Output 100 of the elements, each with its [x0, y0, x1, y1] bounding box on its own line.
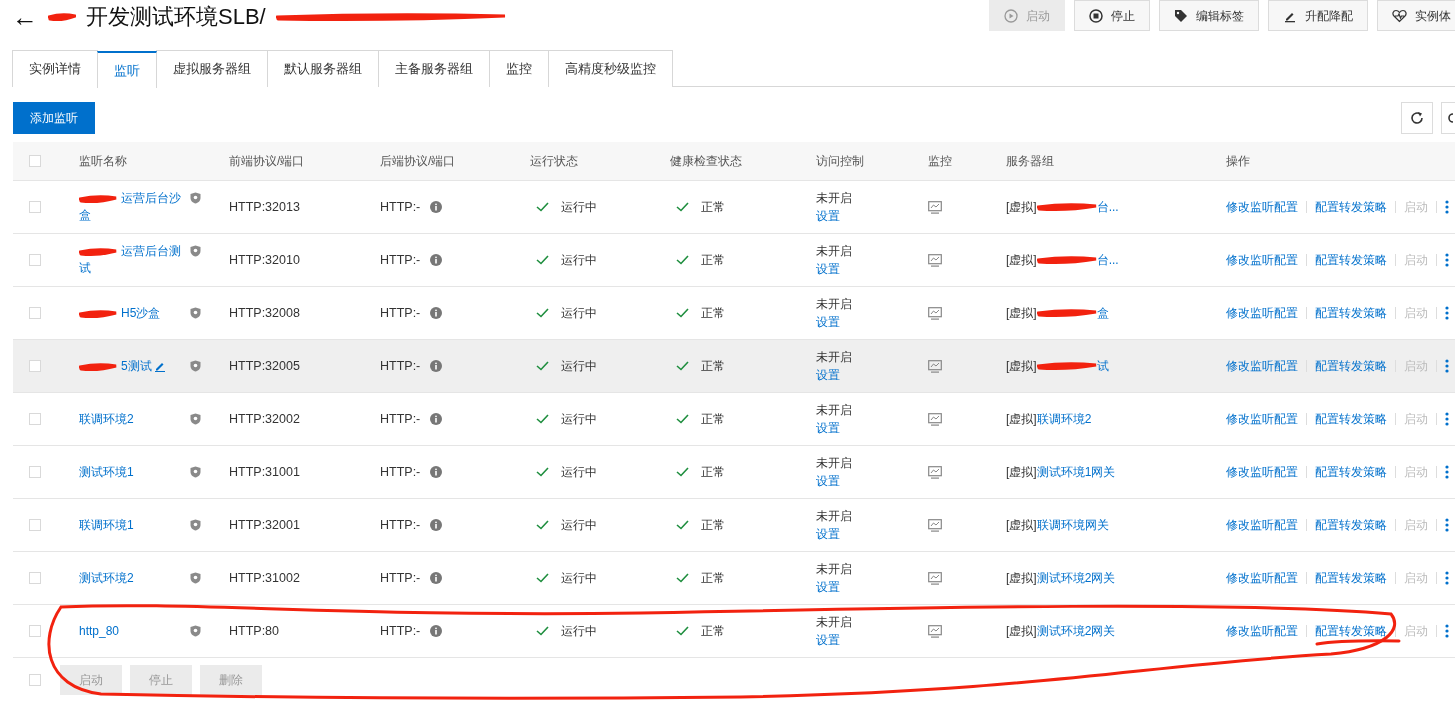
- monitor-icon[interactable]: [928, 624, 942, 638]
- info-icon[interactable]: [430, 572, 443, 584]
- tab[interactable]: 虚拟服务器组: [156, 50, 268, 87]
- monitor-icon[interactable]: [928, 571, 942, 585]
- more-icon[interactable]: [1445, 624, 1449, 638]
- listener-name-link[interactable]: 测试环境1: [79, 464, 134, 479]
- toolbar-button[interactable]: 停止: [1074, 0, 1150, 31]
- tab[interactable]: 高精度秒级监控: [548, 50, 673, 87]
- action-link[interactable]: 配置转发策略: [1315, 518, 1387, 532]
- add-listener-button[interactable]: 添加监听: [13, 102, 95, 134]
- info-icon[interactable]: [430, 307, 443, 319]
- tab[interactable]: 监听: [97, 51, 157, 88]
- more-icon[interactable]: [1445, 412, 1449, 426]
- checkbox[interactable]: [29, 254, 41, 266]
- more-icon[interactable]: [1445, 306, 1449, 320]
- toolbar-button[interactable]: 升配降配: [1268, 0, 1368, 31]
- listener-name-link[interactable]: 运营后台测试: [79, 243, 184, 277]
- action-link[interactable]: 配置转发策略: [1315, 253, 1387, 267]
- server-group-link[interactable]: 测试环境2网关: [1036, 622, 1116, 640]
- action-link[interactable]: 配置转发策略: [1315, 359, 1387, 373]
- settings-link[interactable]: 设置: [816, 525, 840, 543]
- monitor-icon[interactable]: [928, 200, 942, 214]
- shield-icon: [190, 359, 201, 372]
- action-link[interactable]: 修改监听配置: [1226, 253, 1298, 267]
- server-group-link[interactable]: 联调环境网关: [1036, 516, 1109, 534]
- toolbar-button[interactable]: 编辑标签: [1159, 0, 1259, 31]
- settings-link[interactable]: 设置: [816, 207, 840, 225]
- monitor-icon[interactable]: [928, 518, 942, 532]
- checkbox[interactable]: [29, 413, 41, 425]
- info-icon[interactable]: [430, 201, 443, 213]
- monitor-icon[interactable]: [928, 465, 942, 479]
- action-link[interactable]: 修改监听配置: [1226, 624, 1298, 638]
- action-link[interactable]: 配置转发策略: [1315, 412, 1387, 426]
- action-link[interactable]: 修改监听配置: [1226, 359, 1298, 373]
- more-icon[interactable]: [1445, 465, 1449, 479]
- health-status: 正常: [701, 464, 725, 481]
- action-link[interactable]: 修改监听配置: [1226, 465, 1298, 479]
- more-icon[interactable]: [1445, 518, 1449, 532]
- server-group-link[interactable]: 盒: [1096, 304, 1109, 322]
- server-group-link[interactable]: 试: [1096, 357, 1109, 375]
- info-icon[interactable]: [430, 254, 443, 266]
- monitor-icon[interactable]: [928, 306, 942, 320]
- pencil-icon[interactable]: [153, 360, 166, 373]
- checkbox[interactable]: [29, 625, 41, 637]
- checkbox[interactable]: [29, 307, 41, 319]
- settings-link[interactable]: 设置: [816, 313, 840, 331]
- info-icon[interactable]: [430, 413, 443, 425]
- back-arrow[interactable]: ←: [12, 2, 38, 32]
- settings-link[interactable]: 设置: [816, 631, 840, 649]
- action-link[interactable]: 配置转发策略: [1315, 571, 1387, 585]
- action-link[interactable]: 配置转发策略: [1315, 306, 1387, 320]
- server-group-link[interactable]: 测试环境1网关: [1036, 463, 1116, 481]
- listener-name-link[interactable]: http_80: [79, 623, 120, 638]
- checkbox[interactable]: [29, 360, 41, 372]
- listener-name-link[interactable]: H5沙盒: [121, 305, 161, 320]
- tab[interactable]: 默认服务器组: [267, 50, 379, 87]
- checkbox[interactable]: [29, 674, 41, 686]
- action-link[interactable]: 修改监听配置: [1226, 200, 1298, 214]
- monitor-icon[interactable]: [928, 253, 942, 267]
- more-icon[interactable]: [1445, 359, 1449, 373]
- info-icon[interactable]: [430, 466, 443, 478]
- refresh-button[interactable]: [1401, 102, 1433, 134]
- info-icon[interactable]: [430, 519, 443, 531]
- listener-name-link[interactable]: 运营后台沙盒: [79, 190, 184, 224]
- listener-name-link[interactable]: 联调环境1: [79, 517, 134, 532]
- settings-link[interactable]: 设置: [816, 472, 840, 490]
- server-group-link[interactable]: 台...: [1096, 251, 1119, 269]
- tab[interactable]: 主备服务器组: [378, 50, 490, 87]
- checkbox[interactable]: [29, 572, 41, 584]
- settings-link[interactable]: 设置: [816, 260, 840, 278]
- listener-name-link[interactable]: 5测试: [121, 358, 152, 373]
- settings-link[interactable]: 设置: [816, 419, 840, 437]
- monitor-icon[interactable]: [928, 412, 942, 426]
- action-link[interactable]: 配置转发策略: [1315, 200, 1387, 214]
- checkbox[interactable]: [29, 201, 41, 213]
- more-icon[interactable]: [1445, 571, 1449, 585]
- server-group-link[interactable]: 测试环境2网关: [1036, 569, 1116, 587]
- info-icon[interactable]: [430, 625, 443, 637]
- settings-link[interactable]: 设置: [816, 366, 840, 384]
- more-icon[interactable]: [1445, 200, 1449, 214]
- tab[interactable]: 实例详情: [12, 50, 98, 87]
- listener-name-link[interactable]: 测试环境2: [79, 570, 134, 585]
- action-link[interactable]: 修改监听配置: [1226, 306, 1298, 320]
- settings-link[interactable]: 设置: [816, 578, 840, 596]
- server-group-link[interactable]: 联调环境2: [1036, 410, 1092, 428]
- action-link[interactable]: 配置转发策略: [1315, 624, 1387, 638]
- checkbox[interactable]: [29, 519, 41, 531]
- action-link[interactable]: 修改监听配置: [1226, 518, 1298, 532]
- action-link[interactable]: 配置转发策略: [1315, 465, 1387, 479]
- checkbox[interactable]: [29, 155, 41, 167]
- info-icon[interactable]: [430, 360, 443, 372]
- server-group-link[interactable]: 台...: [1096, 198, 1119, 216]
- action-link[interactable]: 修改监听配置: [1226, 571, 1298, 585]
- toolbar-button[interactable]: 实例体: [1377, 0, 1455, 31]
- listener-name-link[interactable]: 联调环境2: [79, 411, 134, 426]
- action-link[interactable]: 修改监听配置: [1226, 412, 1298, 426]
- more-icon[interactable]: [1445, 253, 1449, 267]
- tab[interactable]: 监控: [489, 50, 549, 87]
- checkbox[interactable]: [29, 466, 41, 478]
- monitor-icon[interactable]: [928, 359, 942, 373]
